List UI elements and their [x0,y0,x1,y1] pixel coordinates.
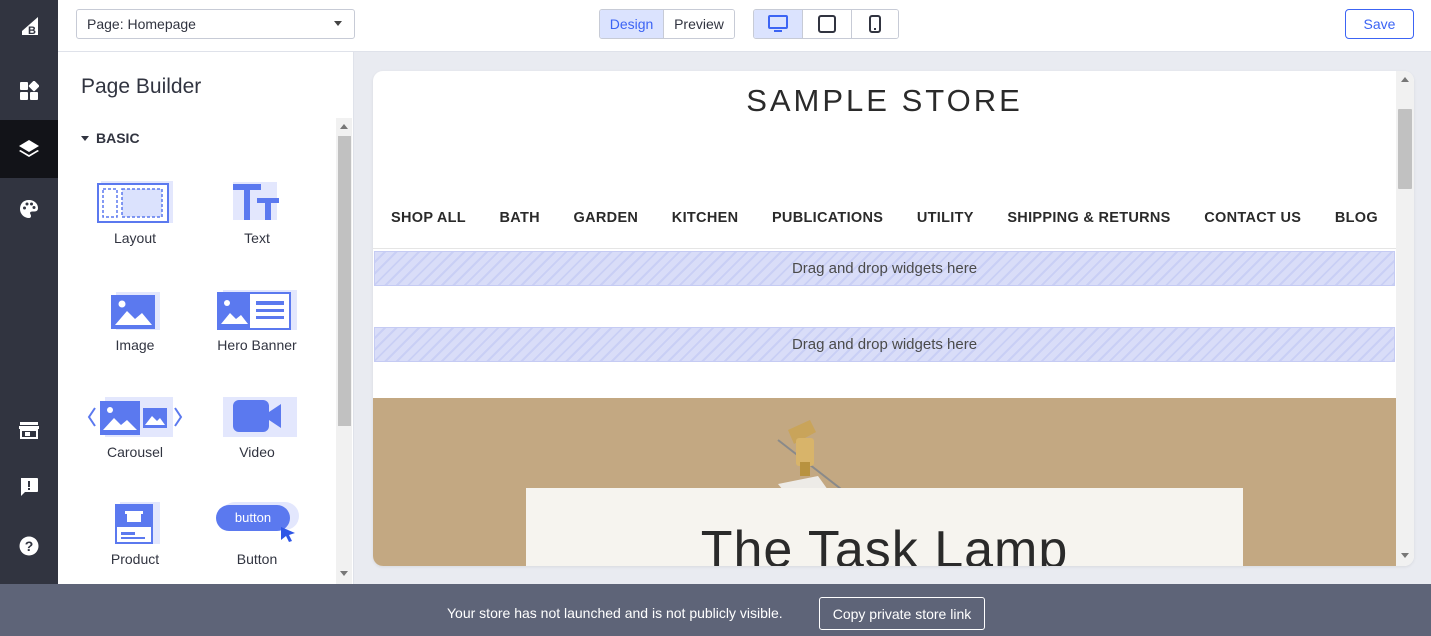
widget-dropzone[interactable]: Drag and drop widgets here [374,251,1395,286]
scroll-up-icon[interactable] [1401,77,1409,82]
image-icon [110,277,160,331]
page-builder-panel: Page Builder BASIC Layout Text Image Her… [58,52,354,584]
panel-scrollbar[interactable] [336,118,352,584]
caret-down-icon [81,135,89,141]
nav-garden[interactable]: GARDEN [574,210,639,248]
nav-shipping-returns[interactable]: SHIPPING & RETURNS [1007,210,1170,248]
nav-divider [373,248,1396,249]
launch-message: Your store has not launched and is not p… [447,605,783,621]
scroll-up-icon[interactable] [340,124,348,129]
widget-dropzone[interactable]: Drag and drop widgets here [374,327,1395,362]
widget-label: Layout [113,230,157,246]
preview-scrollbar-thumb[interactable] [1398,109,1412,189]
store-preview: SAMPLE STORE SHOP ALL BATH GARDEN KITCHE… [373,71,1414,566]
widget-label: Button [236,551,278,567]
layers-icon[interactable] [0,120,58,178]
hero-title: The Task Lamp [700,521,1069,566]
nav-blog[interactable]: BLOG [1335,210,1378,248]
widget-label: Product [110,551,160,567]
top-bar: Page: Homepage Design Preview Save [58,0,1431,52]
widget-carousel[interactable]: Carousel [75,376,195,476]
widget-label: Carousel [106,444,164,460]
tablet-icon[interactable] [803,10,852,38]
layout-icon [97,170,173,224]
widget-label: Image [115,337,155,353]
design-button[interactable]: Design [600,10,664,38]
scroll-down-icon[interactable] [340,571,348,576]
nav-utility[interactable]: UTILITY [917,210,974,248]
nav-kitchen[interactable]: KITCHEN [672,210,739,248]
launch-banner: Your store has not launched and is not p… [0,584,1431,636]
button-icon-text: button [234,510,272,525]
view-mode-toggle: Design Preview [599,9,735,39]
panel-title: Page Builder [81,75,202,98]
video-icon [217,384,297,438]
product-icon [110,491,160,545]
storefront-icon[interactable] [0,401,58,459]
widget-label: Hero Banner [217,337,297,353]
section-basic-label: BASIC [96,130,140,146]
svg-text:?: ? [25,538,34,554]
desktop-icon[interactable] [754,10,803,38]
panel-scrollbar-thumb[interactable] [338,136,351,426]
feedback-icon[interactable] [0,458,58,516]
widget-label: Video [239,444,275,460]
nav-bath[interactable]: BATH [500,210,540,248]
widget-layout[interactable]: Layout [75,162,195,262]
text-icon [227,170,287,224]
chevron-down-icon [334,21,342,26]
store-nav: SHOP ALL BATH GARDEN KITCHEN PUBLICATION… [373,210,1396,248]
widget-text[interactable]: Text [197,162,317,262]
page-select-value: Page: Homepage [87,16,196,32]
nav-contact-us[interactable]: CONTACT US [1204,210,1301,248]
left-rail: B ? [0,0,58,584]
bigcommerce-logo[interactable]: B [0,0,58,52]
nav-publications[interactable]: PUBLICATIONS [772,210,883,248]
scroll-down-icon[interactable] [1401,553,1409,558]
help-icon[interactable]: ? [0,517,58,575]
hero-section[interactable]: The Task Lamp [373,398,1396,566]
preview-button[interactable]: Preview [664,10,734,38]
copy-private-link-button[interactable]: Copy private store link [819,597,985,630]
hero-banner-icon [217,277,297,331]
button-icon: button [215,491,299,545]
widget-label: Text [244,230,270,246]
widget-hero-banner[interactable]: Hero Banner [197,269,317,369]
section-basic-toggle[interactable]: BASIC [81,130,140,146]
page-select[interactable]: Page: Homepage [76,9,355,39]
widget-video[interactable]: Video [197,376,317,476]
preview-scrollbar[interactable] [1396,71,1414,566]
save-button[interactable]: Save [1345,9,1414,39]
widgets-icon[interactable] [0,62,58,120]
widget-image[interactable]: Image [75,269,195,369]
device-toggle [753,9,899,39]
store-title[interactable]: SAMPLE STORE [373,83,1396,119]
hero-card: The Task Lamp [526,488,1243,566]
palette-icon[interactable] [0,180,58,238]
nav-shop-all[interactable]: SHOP ALL [391,210,466,248]
carousel-icon [87,384,183,438]
widget-button[interactable]: button Button [197,483,317,583]
mobile-icon[interactable] [852,10,898,38]
svg-text:B: B [28,25,36,37]
widget-product[interactable]: Product [75,483,195,583]
